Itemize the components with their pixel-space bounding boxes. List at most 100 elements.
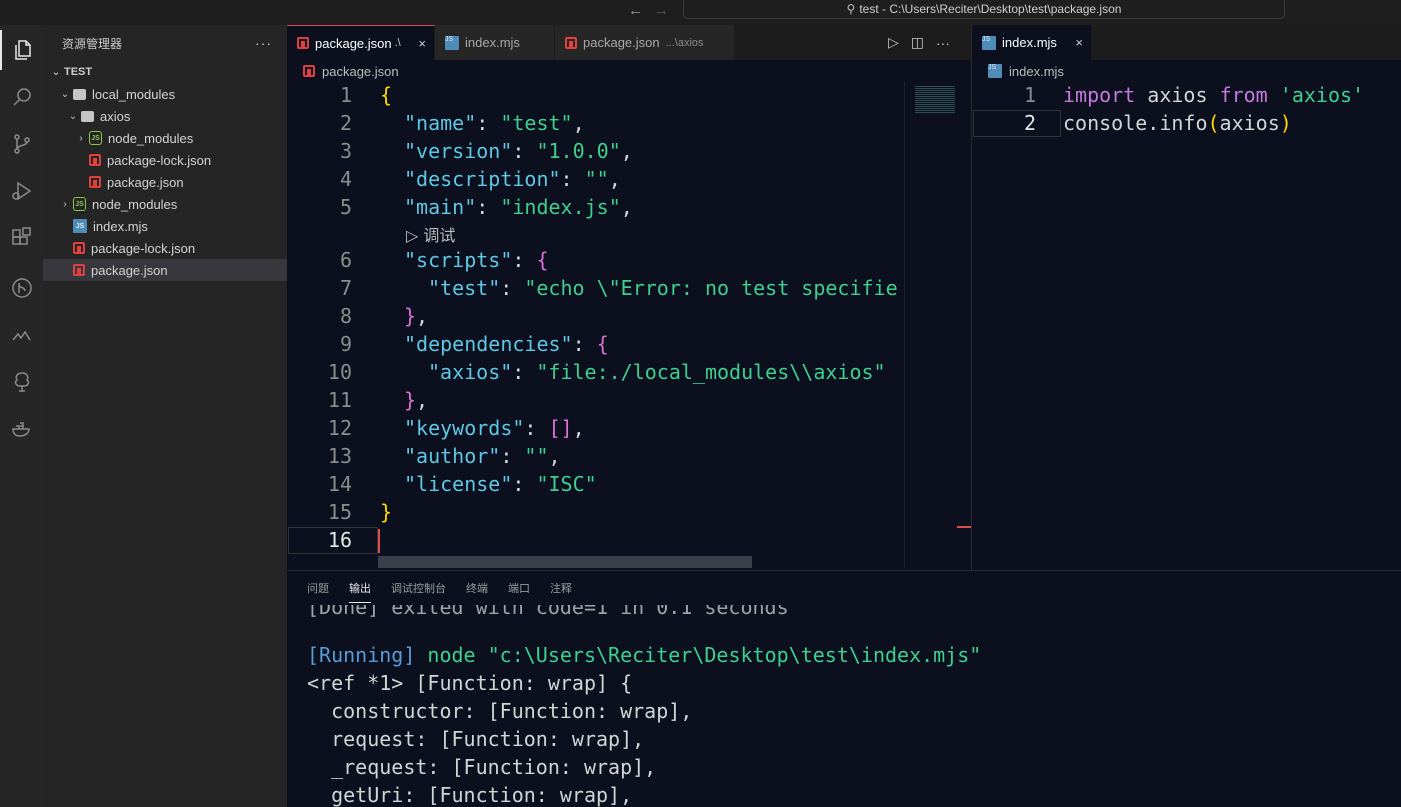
line-number: 2 [339, 111, 352, 135]
output-content[interactable]: [Done] exited with code=1 in 0.1 seconds… [287, 605, 1401, 807]
json-file-icon [303, 65, 315, 77]
code-line: { [380, 83, 393, 107]
tree-item-package-lock[interactable]: package-lock.json [43, 237, 287, 259]
tab-ports[interactable]: 端口 [508, 574, 530, 602]
folder-icon [81, 110, 94, 122]
more-actions-icon[interactable]: ··· [936, 35, 950, 51]
js-file-icon: JS [982, 35, 996, 50]
output-panel: 问题 输出 调试控制台 终端 端口 注释 [Done] exited with … [287, 570, 1401, 807]
tab-index-mjs-right[interactable]: JS index.mjs × [972, 25, 1092, 60]
line-number: 1 [1023, 83, 1036, 107]
editor-actions: ▷ ◫ ··· [888, 25, 950, 60]
code-line: "main": "index.js", [404, 195, 633, 219]
code-line: "author": "", [404, 444, 561, 468]
split-editor-icon[interactable]: ◫ [911, 34, 924, 51]
tree-item-label: axios [100, 108, 131, 124]
tab-label: index.mjs [465, 35, 520, 50]
tab-comments[interactable]: 注释 [550, 574, 572, 602]
tree-item-node-modules[interactable]: › JS node_modules [43, 193, 287, 215]
remote-icon[interactable] [0, 315, 43, 355]
code-line: "version": "1.0.0", [404, 139, 633, 163]
forward-arrow-icon[interactable]: → [654, 2, 669, 19]
line-number: 2 [1023, 111, 1036, 135]
line-number: 9 [339, 332, 352, 356]
run-icon[interactable]: ▷ [888, 34, 899, 51]
editor-group-divider [971, 25, 972, 570]
close-icon[interactable]: × [1075, 35, 1083, 50]
files-icon[interactable] [0, 30, 43, 70]
source-control-icon[interactable] [0, 124, 43, 164]
folder-icon [73, 88, 86, 100]
tab-package-json-axios[interactable]: package.json ...\axios [555, 25, 735, 60]
activity-bar [0, 25, 43, 807]
code-line: "keywords": [], [404, 416, 585, 440]
breadcrumb[interactable]: package.json [303, 60, 399, 82]
minimap[interactable] [904, 82, 971, 568]
command-center-search[interactable]: ⚲ test - C:\Users\Reciter\Desktop\test\pa… [683, 0, 1285, 19]
code-line: }, [404, 388, 429, 412]
code-line: }, [404, 304, 429, 328]
tab-package-json-root[interactable]: package.json .\ × [287, 25, 435, 60]
node-folder-icon: JS [89, 131, 102, 145]
tree-item-index-mjs[interactable]: JS index.mjs [43, 215, 287, 237]
node-folder-icon: JS [73, 197, 86, 211]
code-line: "axios": "file:./local_modules\\axios" [428, 360, 886, 384]
close-icon[interactable]: × [418, 36, 426, 51]
line-number: 16 [327, 528, 352, 552]
tab-debug-console[interactable]: 调试控制台 [391, 574, 446, 602]
tree-item-axios[interactable]: ⌄ axios [43, 105, 287, 127]
debug-codelens[interactable]: ▷ 调试 [406, 222, 455, 246]
run-debug-icon[interactable] [0, 171, 43, 211]
output-line: constructor: [Function: wrap], [307, 699, 693, 723]
code-line: "scripts": { [404, 248, 549, 272]
json-file-icon [565, 36, 577, 49]
minimap-cursor-marker [957, 526, 971, 528]
tab-problems[interactable]: 问题 [307, 574, 329, 602]
output-line: [Running] node "c:\Users\Reciter\Desktop… [307, 643, 982, 667]
tab-index-mjs[interactable]: JS index.mjs [435, 25, 555, 60]
more-actions-icon[interactable]: ··· [255, 35, 272, 51]
search-icon: ⚲ [846, 2, 856, 16]
tree-item-axios-package-json[interactable]: package.json [43, 171, 287, 193]
extensions-icon[interactable] [0, 218, 43, 258]
code-line: "name": "test", [404, 111, 585, 135]
line-number: 12 [327, 416, 352, 440]
json-file-icon [89, 176, 101, 188]
window-title: test - C:\Users\Reciter\Desktop\test\pac… [859, 2, 1122, 16]
output-line: <ref *1> [Function: wrap] { [307, 671, 633, 695]
tree-item-label: package-lock.json [107, 152, 212, 168]
json-file-icon [73, 242, 85, 254]
line-number: 1 [339, 83, 352, 107]
breadcrumb-right[interactable]: JS index.mjs [988, 60, 1064, 82]
chevron-down-icon: ⌄ [60, 88, 70, 100]
tree-item-label: package-lock.json [91, 240, 196, 256]
docker-icon[interactable] [0, 409, 43, 449]
tree-item-axios-package-lock[interactable]: package-lock.json [43, 149, 287, 171]
back-arrow-icon[interactable]: ← [628, 2, 643, 19]
tree-item-label: index.mjs [93, 218, 148, 234]
tab-terminal[interactable]: 终端 [466, 574, 488, 602]
breadcrumb-label: package.json [322, 63, 399, 79]
code-line: "description": "", [404, 167, 621, 191]
tree-icon[interactable] [0, 362, 43, 402]
line-number: 10 [327, 360, 352, 384]
right-editor-tabs: JS index.mjs × [972, 25, 1401, 60]
tree-item-label: node_modules [92, 196, 178, 212]
search-icon[interactable] [0, 77, 43, 117]
code-line: "license": "ISC" [404, 472, 597, 496]
line-number: 4 [339, 167, 352, 191]
horizontal-scrollbar[interactable] [378, 556, 752, 568]
chevron-right-icon: › [63, 198, 67, 210]
code-line: console.info(axios) [1063, 111, 1292, 135]
tree-item-package-json[interactable]: package.json [43, 259, 287, 281]
output-line: [Done] exited with code=1 in 0.1 seconds [307, 605, 789, 619]
git-graph-icon[interactable] [0, 268, 43, 308]
tree-item-local-modules[interactable]: ⌄ local_modules [43, 83, 287, 105]
tab-output[interactable]: 输出 [349, 574, 371, 603]
js-file-icon: JS [988, 64, 1002, 78]
tree-item-axios-node-modules[interactable]: › JS node_modules [43, 127, 287, 149]
minimap-preview [915, 86, 955, 114]
workspace-root[interactable]: ⌄ TEST [43, 61, 287, 83]
line-number: 14 [327, 472, 352, 496]
tab-label: index.mjs [1002, 35, 1057, 50]
